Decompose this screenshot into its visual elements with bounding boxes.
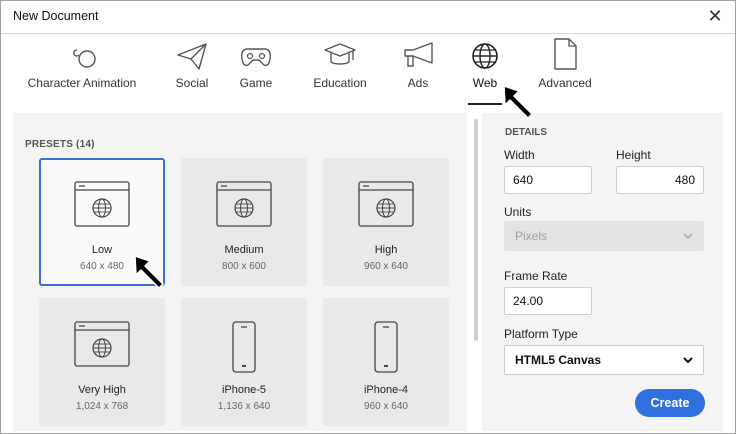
preset-card-iphone-4[interactable]: iPhone-4 960 x 640 <box>323 298 449 426</box>
create-button[interactable]: Create <box>635 389 705 417</box>
advanced-document-icon <box>554 38 577 70</box>
frame-rate-label: Frame Rate <box>504 269 568 283</box>
details-heading: DETAILS <box>505 127 548 138</box>
close-icon[interactable]: ✕ <box>705 5 725 27</box>
browser-window-icon <box>74 181 130 227</box>
browser-window-icon <box>358 181 414 227</box>
preset-dimensions: 1,136 x 640 <box>217 401 271 412</box>
height-label: Height <box>616 148 651 162</box>
game-controller-icon <box>241 48 271 67</box>
preset-name: Very High <box>78 384 126 396</box>
preset-card-medium[interactable]: Medium 800 x 600 <box>181 158 307 286</box>
presets-panel: PRESETS (14) Low 640 x 480 Medium 800 x … <box>13 113 467 431</box>
preset-name: iPhone-5 <box>221 384 267 396</box>
tab-ads[interactable]: Ads <box>395 37 441 101</box>
dialog-title: New Document <box>13 9 99 23</box>
tab-label: Education <box>313 76 367 90</box>
presets-scrollbar-thumb[interactable] <box>474 119 478 341</box>
new-document-dialog: New Document ✕ Character Animation Socia… <box>0 0 736 434</box>
tab-education[interactable]: Education <box>305 37 375 101</box>
details-panel: DETAILS Width 640 Height 480 Units Pixel… <box>482 113 723 431</box>
preset-card-very-high[interactable]: Very High 1,024 x 768 <box>39 298 165 426</box>
arrow-cursor-icon <box>503 85 533 119</box>
character-animation-icon <box>73 49 96 68</box>
tab-character-animation[interactable]: Character Animation <box>23 37 141 101</box>
platform-type-value: HTML5 Canvas <box>515 353 602 367</box>
tab-label: Social <box>175 76 209 90</box>
tab-advanced[interactable]: Advanced <box>533 37 597 101</box>
preset-name: Medium <box>224 244 264 256</box>
tab-label: Advanced <box>538 76 592 90</box>
category-tabs: Character Animation Social Game Educatio… <box>1 37 735 107</box>
preset-dimensions: 960 x 640 <box>364 261 408 272</box>
platform-type-label: Platform Type <box>504 327 578 341</box>
width-input[interactable]: 640 <box>504 166 592 194</box>
platform-type-select[interactable]: HTML5 Canvas <box>504 345 704 375</box>
chevron-down-icon <box>683 346 693 384</box>
tab-social[interactable]: Social <box>167 37 217 101</box>
preset-dimensions: 1,024 x 768 <box>75 401 129 412</box>
chevron-down-icon <box>683 222 693 260</box>
preset-name: High <box>374 244 398 256</box>
social-paper-plane-icon <box>177 43 207 70</box>
tab-game[interactable]: Game <box>233 37 279 101</box>
education-cap-icon <box>324 43 356 65</box>
preset-dimensions: 960 x 640 <box>364 401 408 412</box>
phone-icon <box>232 321 256 373</box>
browser-window-icon <box>216 181 272 227</box>
ads-megaphone-icon <box>404 42 433 67</box>
arrow-cursor-icon <box>134 255 164 289</box>
web-globe-icon <box>472 43 498 69</box>
tab-label: Character Animation <box>27 76 137 90</box>
preset-name: iPhone-4 <box>363 384 409 396</box>
tab-label: Ads <box>407 76 429 90</box>
preset-card-iphone-5[interactable]: iPhone-5 1,136 x 640 <box>181 298 307 426</box>
width-label: Width <box>504 148 535 162</box>
units-value: Pixels <box>515 229 548 243</box>
presets-heading: PRESETS (14) <box>25 139 95 150</box>
preset-dimensions: 800 x 600 <box>222 261 266 272</box>
title-bar: New Document ✕ <box>1 1 735 34</box>
browser-window-icon <box>74 321 130 367</box>
units-label: Units <box>504 205 532 219</box>
phone-icon <box>374 321 398 373</box>
height-input[interactable]: 480 <box>616 166 704 194</box>
tab-web[interactable]: Web <box>465 37 505 105</box>
frame-rate-input[interactable]: 24.00 <box>504 287 592 315</box>
tab-label: Game <box>239 76 273 90</box>
preset-card-high[interactable]: High 960 x 640 <box>323 158 449 286</box>
units-select: Pixels <box>504 221 704 251</box>
tab-label: Web <box>472 76 498 90</box>
